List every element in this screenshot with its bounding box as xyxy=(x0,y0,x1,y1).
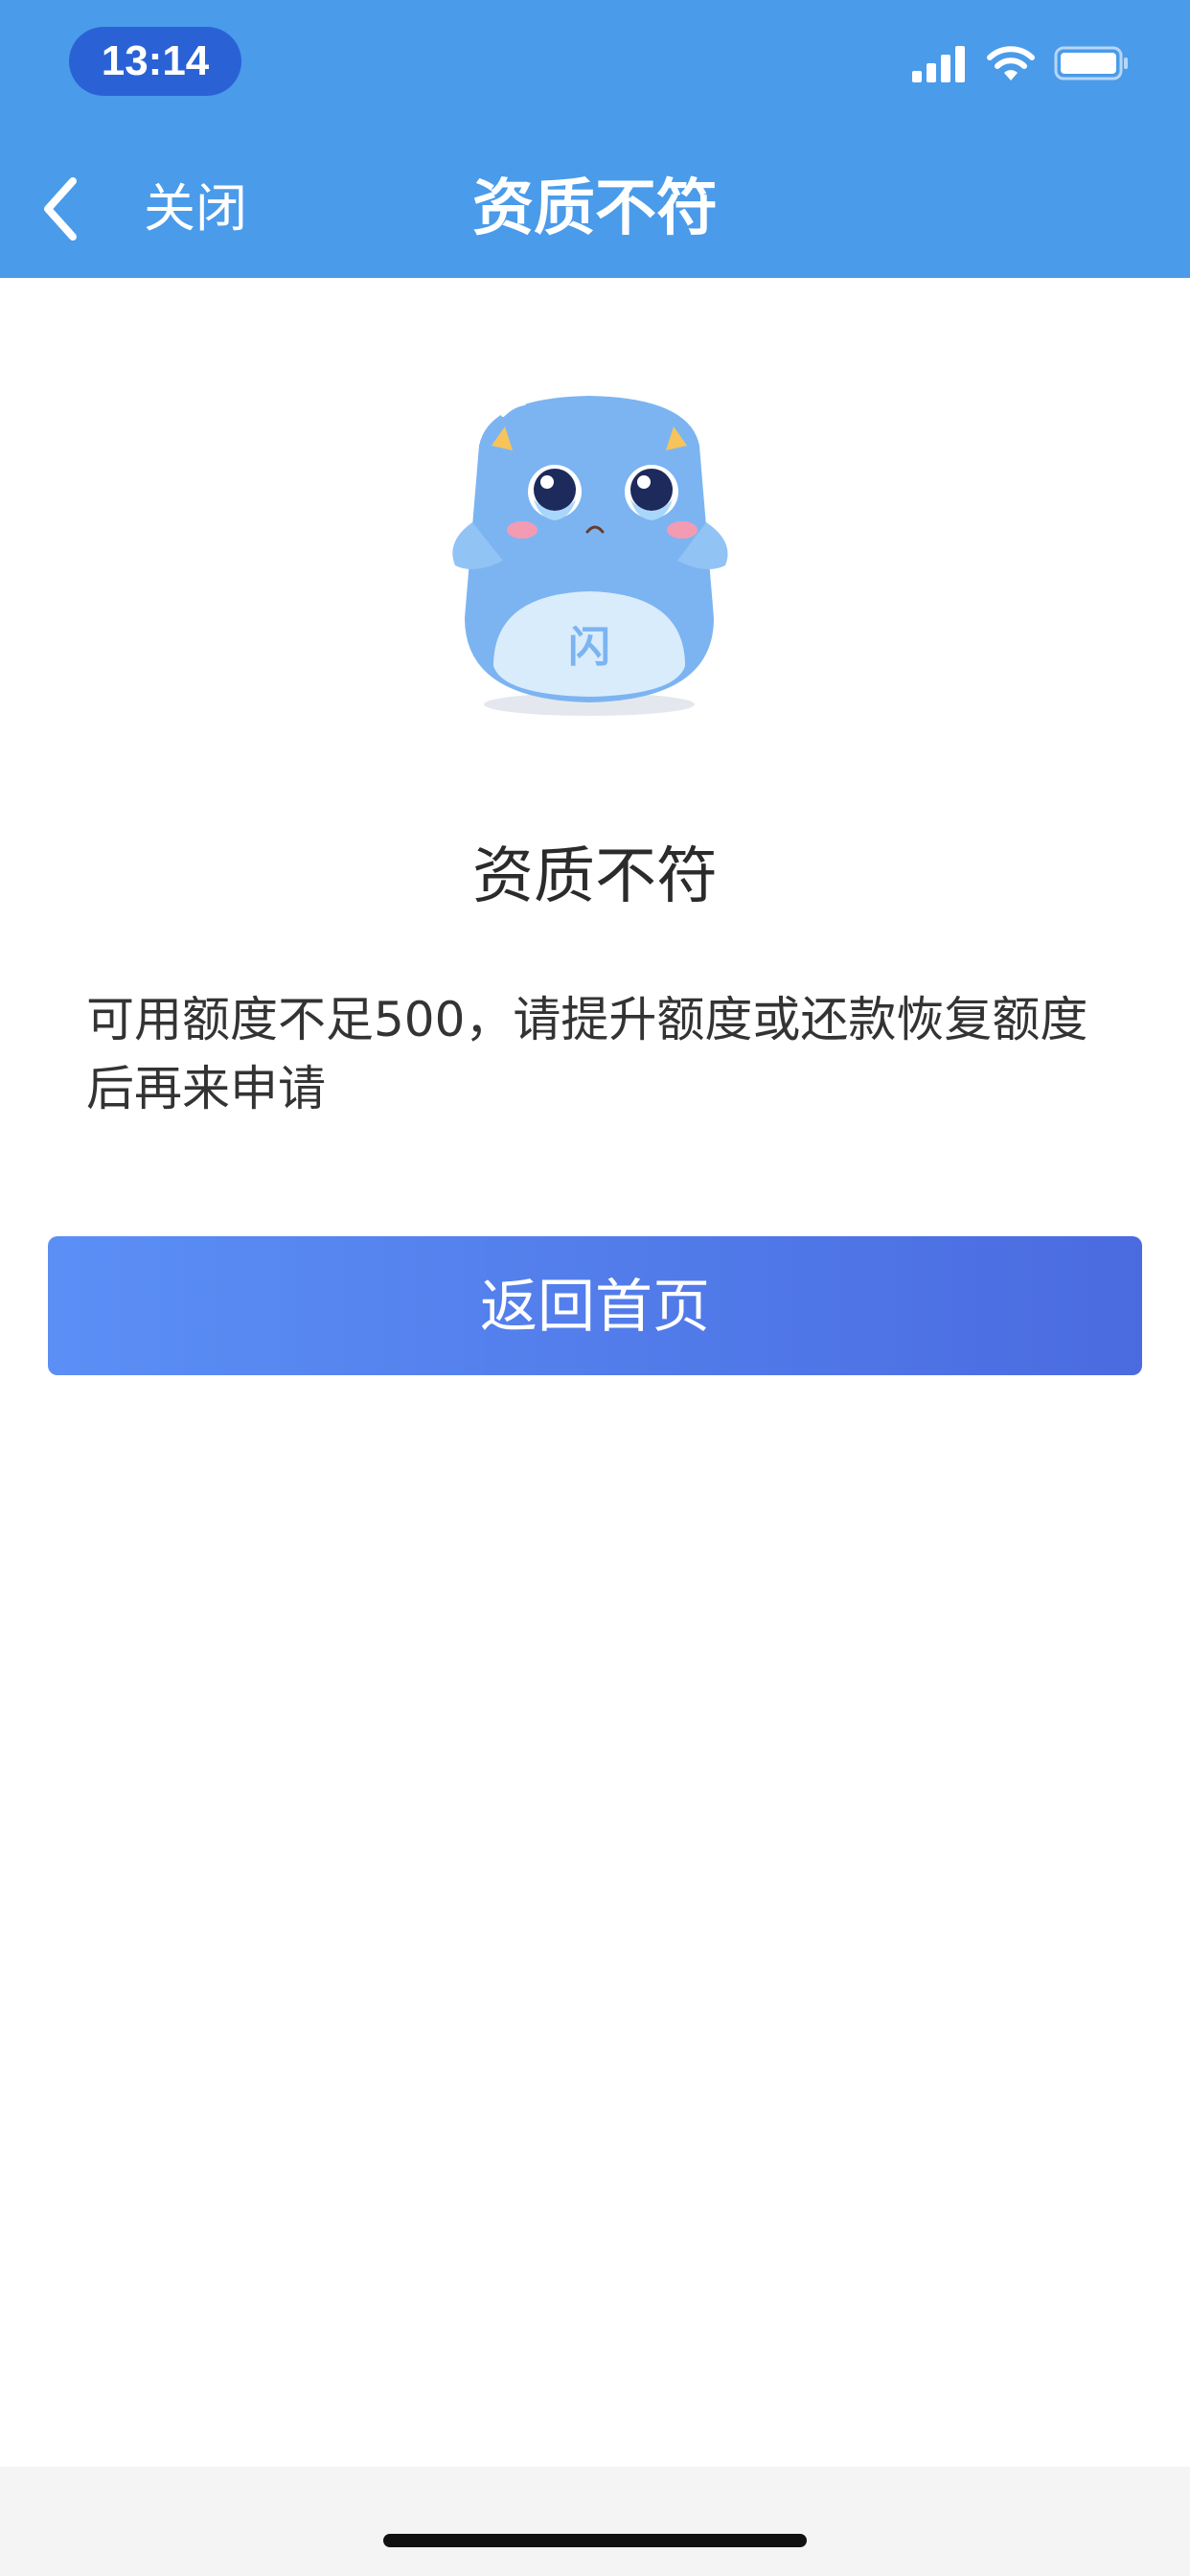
result-description: 可用额度不足500，请提升额度或还款恢复额度后再来申请 xyxy=(86,992,1088,1116)
bottom-safe-area xyxy=(0,2467,1190,2576)
signal-icon xyxy=(912,46,965,82)
wifi-icon xyxy=(987,46,1035,80)
home-indicator[interactable] xyxy=(383,2534,807,2547)
mascot-badge-text: 闪 xyxy=(568,623,610,672)
close-button[interactable]: 关闭 xyxy=(144,161,247,257)
chevron-left-icon xyxy=(38,161,96,257)
status-time: 13:14 xyxy=(69,27,241,96)
sad-mascot-illustration: 闪 xyxy=(452,396,728,716)
status-icons xyxy=(910,38,1131,88)
return-home-button[interactable]: 返回首页 xyxy=(48,1236,1142,1375)
back-button[interactable]: 关闭 xyxy=(38,161,247,257)
battery-icon xyxy=(1054,46,1128,80)
app-header: 13:14 关闭 资质不符 xyxy=(0,0,1190,278)
result-title: 资质不符 xyxy=(472,841,718,912)
